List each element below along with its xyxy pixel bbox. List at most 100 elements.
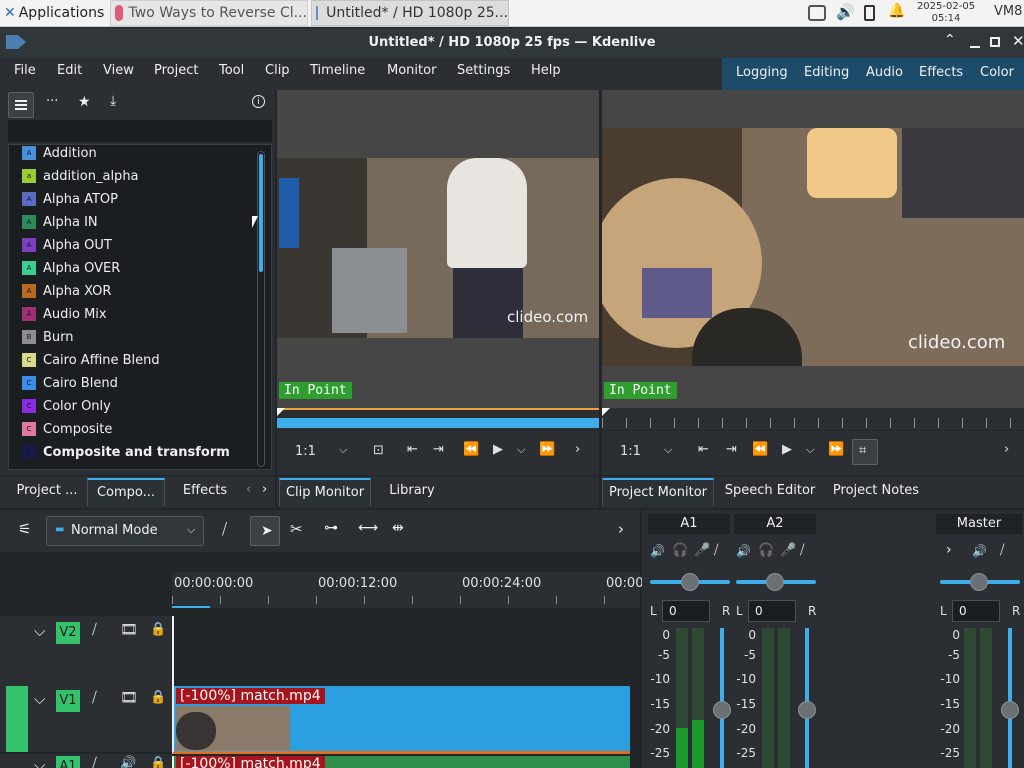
set-out-point-icon[interactable]: ⇥ (726, 442, 737, 457)
tab-project-monitor[interactable]: Project Monitor (602, 478, 714, 506)
zoom-dropdown-chevron-icon[interactable]: ⌵ (339, 443, 347, 457)
workspace-editing[interactable]: Editing (804, 58, 849, 90)
solo-headphones-icon[interactable]: 🎧 (758, 543, 774, 558)
project-monitor-ruler[interactable] (602, 408, 1024, 430)
composition-item[interactable]: A Alpha XOR (22, 280, 111, 302)
rewind-icon[interactable]: ⏪ (463, 442, 479, 457)
track-hide-film-icon[interactable]: 🎞 (120, 622, 138, 638)
track-header-v2[interactable]: ⌵ V2 ⧸ 🎞 🔒 (0, 616, 172, 686)
zoom-dropdown-chevron-icon[interactable]: ⌵ (664, 443, 672, 457)
play-options-chevron-icon[interactable]: ⌵ (806, 443, 814, 457)
more-controls-icon[interactable]: › (1004, 442, 1009, 457)
fast-forward-icon[interactable]: ⏩ (828, 442, 844, 457)
workspace-logging[interactable]: Logging (736, 58, 788, 90)
composition-item[interactable]: A Alpha OUT (22, 234, 112, 256)
composition-item[interactable]: A Alpha OVER (22, 257, 120, 279)
workspace-audio[interactable]: Audio (866, 58, 903, 90)
composition-item[interactable]: C Color Only (22, 395, 111, 417)
menu-tool[interactable]: Tool (219, 58, 244, 84)
zoom-selector[interactable]: 1:1 (295, 444, 316, 459)
playhead-icon[interactable] (602, 408, 610, 416)
track-effects-icon[interactable]: ⧸ (92, 690, 97, 706)
composition-item[interactable]: A Addition (22, 142, 97, 164)
taskbar-window-browser[interactable]: Two Ways to Reverse Cl... (110, 0, 308, 26)
effects-wand-icon[interactable]: ⧸ (1000, 543, 1004, 558)
volume-fader-master[interactable] (1008, 628, 1012, 768)
workspace-color[interactable]: Color (980, 58, 1014, 90)
play-icon[interactable]: ▶ (782, 442, 792, 457)
keep-above-icon[interactable]: ⌃ (944, 32, 956, 48)
slip-tool-icon[interactable]: ⇹ (392, 520, 404, 536)
tab-compositions[interactable]: Compo... (87, 478, 165, 506)
track-lock-icon[interactable]: 🔒 (150, 622, 166, 637)
rewind-icon[interactable]: ⏪ (752, 442, 768, 457)
more-options-icon[interactable]: ··· (46, 94, 58, 109)
battery-icon[interactable] (864, 5, 875, 21)
effects-wand-icon[interactable]: ⧸ (714, 543, 718, 558)
pan-value-input[interactable]: 0 (748, 600, 796, 622)
track-mute-icon[interactable]: 🔊 (120, 756, 136, 768)
tab-scroll-right-icon[interactable]: › (262, 482, 267, 497)
spacer-tool-icon[interactable]: ⊶ (324, 520, 338, 536)
expand-chevron-icon[interactable]: › (946, 542, 952, 558)
set-in-point-icon[interactable]: ⇤ (407, 442, 418, 457)
clock[interactable]: 2025-02-05 05:14 (916, 1, 976, 25)
clip-monitor-ruler[interactable] (277, 408, 599, 430)
composition-item[interactable]: B Burn (22, 326, 74, 348)
fast-forward-icon[interactable]: ⏩ (539, 442, 555, 457)
track-lock-icon[interactable]: 🔒 (150, 756, 166, 768)
zoom-selector[interactable]: 1:1 (620, 444, 641, 459)
more-controls-icon[interactable]: › (575, 442, 580, 457)
composition-item[interactable]: C Composite (22, 418, 112, 440)
tab-effects[interactable]: Effects (170, 478, 240, 506)
track-header-v1[interactable]: ⌵ V1 ⧸ 🎞 🔒 (0, 686, 172, 752)
more-tools-icon[interactable]: › (618, 520, 624, 538)
user-label[interactable]: VM8 (994, 4, 1022, 19)
composition-item[interactable]: A Audio Mix (22, 303, 107, 325)
pan-value-input[interactable]: 0 (952, 600, 1000, 622)
record-mic-icon[interactable]: 🎤 (780, 543, 796, 558)
favorite-star-icon[interactable]: ★ (78, 94, 91, 110)
volume-fader-a1[interactable] (720, 628, 724, 768)
record-mic-icon[interactable]: 🎤 (694, 543, 710, 558)
mute-icon[interactable]: 🔊 (650, 544, 665, 558)
close-icon[interactable]: ✕ (1012, 32, 1024, 50)
set-in-point-icon[interactable]: ⇤ (698, 442, 709, 457)
composition-item[interactable]: A Alpha IN (22, 211, 98, 233)
collapse-chevron-icon[interactable]: ⌵ (34, 622, 45, 640)
razor-all-icon[interactable]: ⧸ (222, 520, 227, 538)
mute-icon[interactable]: 🔊 (972, 544, 987, 558)
solo-headphones-icon[interactable]: 🎧 (672, 543, 688, 558)
clip-monitor[interactable]: clideo.com In Point (277, 90, 599, 408)
tab-speech-editor[interactable]: Speech Editor (720, 478, 820, 506)
project-monitor[interactable]: clideo.com In Point (602, 90, 1024, 408)
track-effects-icon[interactable]: ⧸ (92, 622, 97, 638)
ripple-tool-icon[interactable]: ⟷ (358, 520, 378, 536)
search-input[interactable] (8, 120, 272, 142)
minimize-icon[interactable] (970, 46, 980, 48)
razor-scissors-icon[interactable]: ✂ (290, 520, 303, 538)
timeline-clip-audio[interactable]: [-100%] match.mp4 (172, 756, 630, 768)
track-lane-v2[interactable] (172, 616, 630, 686)
timeline-clip-video[interactable]: [-100%] match.mp4 (172, 686, 630, 754)
pan-knob[interactable] (681, 573, 699, 591)
tab-project-bin[interactable]: Project ... (8, 478, 86, 506)
crop-toggle-button[interactable]: ⌗ (852, 439, 878, 465)
notification-bell-icon[interactable]: 🔔 (888, 3, 905, 19)
menu-clip[interactable]: Clip (265, 58, 290, 84)
composition-item[interactable]: C Composite and transform (22, 441, 230, 463)
volume-fader-a2[interactable] (805, 628, 809, 768)
download-icon[interactable]: ⤓ (110, 93, 116, 109)
menu-timeline[interactable]: Timeline (310, 58, 365, 84)
tab-library[interactable]: Library (375, 478, 449, 506)
info-icon[interactable]: i (252, 95, 265, 108)
track-effects-icon[interactable]: ⧸ (92, 756, 97, 768)
network-icon[interactable] (808, 5, 826, 21)
menu-monitor[interactable]: Monitor (387, 58, 436, 84)
taskbar-window-kdenlive[interactable]: Untitled* / HD 1080p 25... (311, 0, 509, 26)
applications-menu[interactable]: ✕ Applications (4, 0, 104, 26)
fit-frame-icon[interactable]: ⊡ (373, 443, 384, 458)
selection-tool-button[interactable]: ➤ (250, 516, 280, 546)
menu-help[interactable]: Help (531, 58, 561, 84)
composition-item[interactable]: C Cairo Affine Blend (22, 349, 160, 371)
